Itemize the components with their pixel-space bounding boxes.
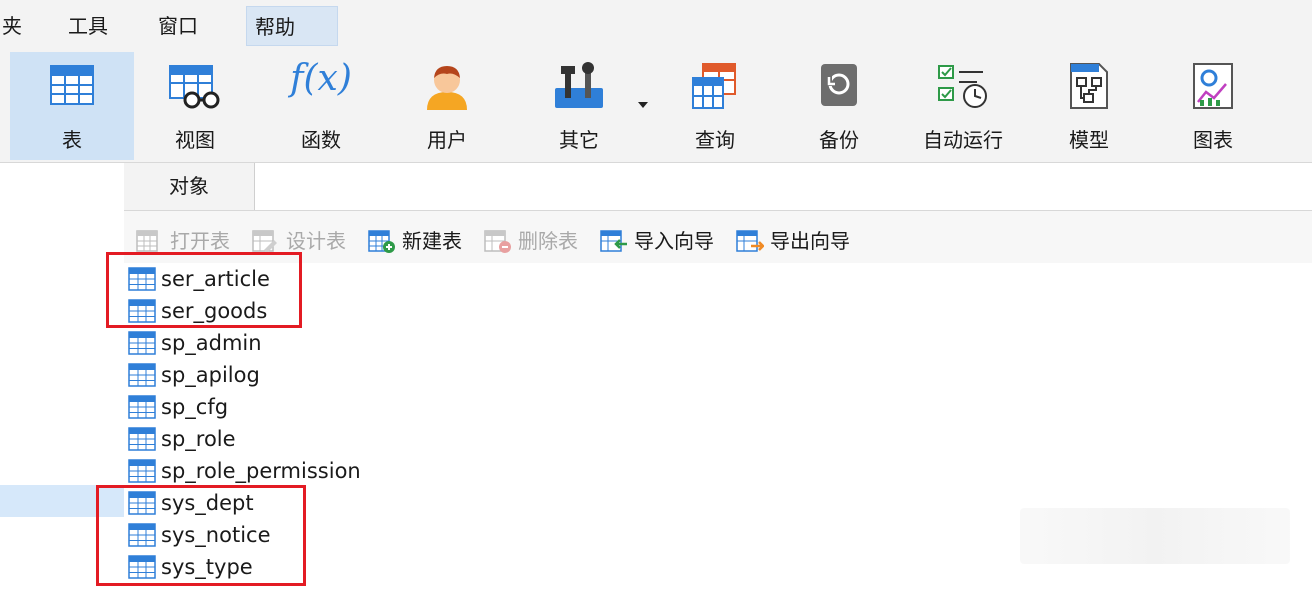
- open-table-button[interactable]: 打开表: [136, 227, 242, 255]
- import-wizard-icon: [600, 230, 627, 252]
- tab-objects[interactable]: 对象: [124, 163, 255, 210]
- export-wizard-icon: [736, 230, 764, 252]
- view-button[interactable]: 视图: [140, 52, 250, 160]
- function-button[interactable]: f(x) 函数: [266, 52, 376, 160]
- highlight-box-sys: [96, 485, 306, 586]
- backup-icon: [821, 64, 857, 106]
- function-button-label: 函数: [301, 128, 341, 152]
- table-row[interactable]: sp_cfg: [128, 391, 728, 423]
- design-table-label: 设计表: [286, 229, 346, 253]
- table-name: sp_admin: [161, 331, 262, 355]
- model-button[interactable]: 模型: [1034, 52, 1144, 160]
- menu-bar: 夹 工具 窗口 帮助: [0, 0, 1312, 52]
- export-wizard-label: 导出向导: [770, 229, 850, 253]
- function-icon: f(x): [290, 58, 352, 99]
- design-table-button[interactable]: 设计表: [252, 227, 358, 255]
- table-icon: [128, 395, 156, 419]
- view-button-label: 视图: [175, 128, 215, 152]
- backup-button-label: 备份: [819, 128, 859, 152]
- table-icon: [128, 331, 156, 355]
- design-table-icon: [252, 230, 277, 253]
- import-wizard-label: 导入向导: [634, 229, 714, 253]
- table-name: sp_cfg: [161, 395, 229, 419]
- table-name: sp_role_permission: [161, 459, 361, 483]
- chart-button-label: 图表: [1193, 128, 1233, 152]
- export-wizard-button[interactable]: 导出向导: [736, 227, 862, 255]
- table-row[interactable]: sp_admin: [128, 327, 728, 359]
- model-icon: [1070, 63, 1108, 109]
- other-button[interactable]: 其它: [524, 52, 634, 160]
- table-name: sp_apilog: [161, 363, 260, 387]
- table-icon: [128, 459, 156, 483]
- user-button[interactable]: 用户: [392, 52, 502, 160]
- table-icon: [128, 363, 156, 387]
- table-row[interactable]: sp_apilog: [128, 359, 728, 391]
- auto-run-button-label: 自动运行: [923, 128, 1003, 152]
- menu-item-window[interactable]: 窗口: [150, 6, 206, 46]
- query-button[interactable]: 查询: [660, 52, 770, 160]
- view-icon: [169, 65, 220, 109]
- auto-run-button[interactable]: 自动运行: [908, 52, 1018, 160]
- table-button-label: 表: [62, 128, 82, 152]
- user-icon: [427, 66, 467, 110]
- auto-run-icon: [938, 65, 987, 108]
- table-icon: [50, 65, 94, 105]
- backup-button[interactable]: 备份: [784, 52, 894, 160]
- open-table-icon: [136, 230, 158, 252]
- table-row[interactable]: sp_role_permission: [128, 455, 728, 487]
- query-button-label: 查询: [695, 128, 735, 152]
- table-row[interactable]: sp_role: [128, 423, 728, 455]
- table-name: sp_role: [161, 427, 236, 451]
- menu-item-help[interactable]: 帮助: [246, 6, 338, 46]
- menu-item-tools[interactable]: 工具: [60, 6, 116, 46]
- chevron-down-icon[interactable]: [638, 102, 648, 108]
- user-button-label: 用户: [427, 128, 467, 152]
- open-table-label: 打开表: [170, 229, 230, 253]
- table-icon: [128, 427, 156, 451]
- new-table-label: 新建表: [402, 229, 462, 253]
- menu-item-favorites[interactable]: 夹: [0, 6, 30, 46]
- object-toolbar: 打开表 设计表 新建表 删除表 导入向导 导出向导: [124, 211, 1312, 263]
- delete-table-icon: [484, 230, 511, 253]
- model-button-label: 模型: [1069, 128, 1109, 152]
- blurred-region: [1020, 508, 1290, 564]
- tools-icon: [555, 62, 603, 108]
- chart-icon: [1193, 63, 1233, 109]
- query-icon: [692, 63, 736, 109]
- tab-bar-empty-area: [255, 163, 1312, 210]
- import-wizard-button[interactable]: 导入向导: [600, 227, 726, 255]
- ribbon-toolbar: 表 视图 f(x) 函数 用户 其它 查询 备份 自动运行 模型 图表: [0, 52, 1312, 163]
- table-button[interactable]: 表: [10, 52, 134, 160]
- new-table-icon: [368, 230, 395, 253]
- delete-table-label: 删除表: [518, 229, 578, 253]
- tab-bar: 对象: [124, 163, 1312, 211]
- highlight-box-ser: [106, 252, 302, 328]
- new-table-button[interactable]: 新建表: [368, 227, 474, 255]
- delete-table-button[interactable]: 删除表: [484, 227, 590, 255]
- chart-button[interactable]: 图表: [1158, 52, 1268, 160]
- other-button-label: 其它: [559, 128, 599, 152]
